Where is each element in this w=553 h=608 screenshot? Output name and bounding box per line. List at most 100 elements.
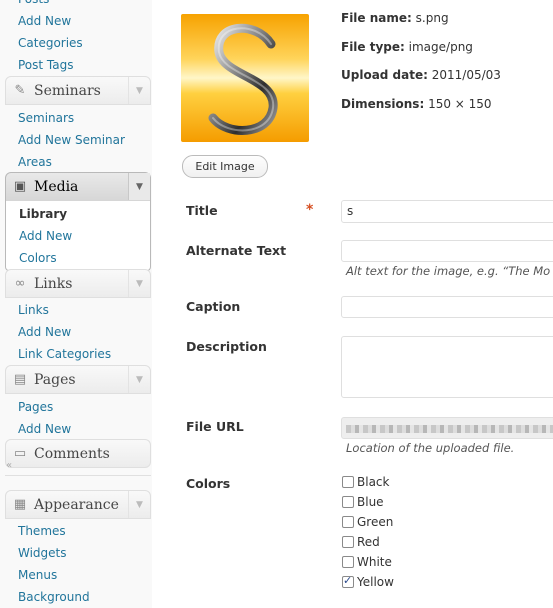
pages-submenu: Pages Add New <box>5 396 151 440</box>
submenu-item-library[interactable]: Library <box>6 203 150 225</box>
title-label: Title <box>186 203 218 218</box>
menu-comments[interactable]: ▭ Comments <box>5 439 151 468</box>
menu-seminars[interactable]: ✎ Seminars ▼ <box>5 76 151 105</box>
comments-menu-group: ▭ Comments <box>5 439 151 468</box>
checkbox-yellow[interactable] <box>342 574 354 588</box>
file-url-label: File URL <box>186 419 244 434</box>
link-icon: ∞ <box>14 276 26 291</box>
submenu-item-post-tags[interactable]: Post Tags <box>5 54 151 76</box>
pushpin-icon: ✎ <box>14 83 26 98</box>
comments-icon: ▭ <box>13 446 27 461</box>
dimensions-label: Dimensions: <box>341 97 425 111</box>
submenu-item-links[interactable]: Links <box>5 299 151 321</box>
submenu-item-colors[interactable]: Colors <box>6 247 150 269</box>
chevron-down-icon[interactable]: ▼ <box>128 173 150 200</box>
dimensions-row: Dimensions: 150 × 150 <box>341 97 492 111</box>
menu-separator <box>5 475 151 476</box>
menu-pages-label: Pages <box>34 372 76 388</box>
menu-pages[interactable]: ▤ Pages ▼ <box>5 365 151 394</box>
upload-date-value: 2011/05/03 <box>431 68 501 82</box>
checkbox-green[interactable] <box>342 516 354 528</box>
links-submenu: Links Add New Link Categories <box>5 299 151 365</box>
submenu-item-seminars[interactable]: Seminars <box>5 107 151 129</box>
color-name-white: White <box>357 555 392 569</box>
submenu-item-add-new-post[interactable]: Add New <box>5 10 151 32</box>
submenu-item-areas[interactable]: Areas <box>5 151 151 173</box>
color-checkbox-red[interactable]: Red <box>342 535 380 549</box>
color-name-red: Red <box>357 535 380 549</box>
submenu-item-menus[interactable]: Menus <box>5 564 151 586</box>
edit-image-button[interactable]: Edit Image <box>182 155 268 178</box>
submenu-item-background[interactable]: Background <box>5 586 151 608</box>
submenu-item-add-new-link[interactable]: Add New <box>5 321 151 343</box>
menu-links-label: Links <box>34 276 73 292</box>
file-url-input[interactable] <box>341 417 553 439</box>
caption-label: Caption <box>186 299 241 314</box>
alternate-text-help: Alt text for the image, e.g. “The Mo <box>346 264 551 278</box>
submenu-item-pages[interactable]: Pages <box>5 396 151 418</box>
dimensions-value: 150 × 150 <box>428 97 492 111</box>
upload-date-label: Upload date: <box>341 68 428 82</box>
color-checkbox-blue[interactable]: Blue <box>342 495 384 509</box>
color-checkbox-white[interactable]: White <box>342 555 392 569</box>
file-name-label: File name: <box>341 11 412 25</box>
file-type-row: File type: image/png <box>341 40 473 54</box>
submenu-item-link-categories[interactable]: Link Categories <box>5 343 151 365</box>
media-submenu-panel: Library Add New Colors <box>5 201 151 271</box>
seminars-menu-group: ✎ Seminars ▼ Seminars Add New Seminar Ar… <box>5 76 151 173</box>
checkbox-red[interactable] <box>342 536 354 548</box>
submenu-item-widgets[interactable]: Widgets <box>5 542 151 564</box>
menu-appearance-label: Appearance <box>34 497 119 513</box>
pages-icon: ▤ <box>13 372 27 387</box>
appearance-menu-group: ▦ Appearance ▼ Themes Widgets Menus Back… <box>5 490 151 608</box>
checkbox-black[interactable] <box>342 476 354 488</box>
title-input[interactable]: s <box>341 200 553 223</box>
chevron-down-icon[interactable]: ▼ <box>128 366 150 393</box>
description-textarea[interactable] <box>341 336 553 398</box>
alternate-text-input[interactable] <box>341 240 553 262</box>
menu-media-label: Media <box>34 179 79 195</box>
media-icon: ▣ <box>13 179 27 194</box>
colors-label: Colors <box>186 476 231 491</box>
submenu-item-add-new-page[interactable]: Add New <box>5 418 151 440</box>
appearance-icon: ▦ <box>13 497 27 512</box>
file-type-value: image/png <box>408 40 473 54</box>
color-name-black: Black <box>357 475 390 489</box>
checkbox-blue[interactable] <box>342 496 354 508</box>
submenu-item-add-new-seminar[interactable]: Add New Seminar <box>5 129 151 151</box>
chevron-down-icon[interactable]: ▼ <box>128 77 150 104</box>
required-marker: * <box>306 202 314 218</box>
menu-appearance[interactable]: ▦ Appearance ▼ <box>5 490 151 519</box>
upload-date-row: Upload date: 2011/05/03 <box>341 68 501 82</box>
menu-media[interactable]: ▣ Media ▼ <box>5 172 151 201</box>
caption-input[interactable] <box>341 296 553 318</box>
file-name-row: File name: s.png <box>341 11 449 25</box>
color-checkbox-yellow[interactable]: Yellow <box>342 574 394 589</box>
chevron-down-icon[interactable]: ▼ <box>128 270 150 297</box>
file-type-label: File type: <box>341 40 405 54</box>
submenu-item-add-new-media[interactable]: Add New <box>6 225 150 247</box>
collapse-menu-icon[interactable]: « <box>6 460 12 471</box>
menu-links[interactable]: ∞ Links ▼ <box>5 269 151 298</box>
submenu-item-themes[interactable]: Themes <box>5 520 151 542</box>
submenu-item-posts[interactable]: Posts <box>5 0 151 10</box>
color-checkbox-green[interactable]: Green <box>342 515 393 529</box>
color-name-green: Green <box>357 515 394 529</box>
checkbox-white[interactable] <box>342 556 354 568</box>
menu-seminars-label: Seminars <box>34 83 101 99</box>
appearance-submenu: Themes Widgets Menus Background <box>5 520 151 608</box>
description-label: Description <box>186 339 267 354</box>
file-url-help: Location of the uploaded file. <box>346 441 515 455</box>
pages-menu-group: ▤ Pages ▼ Pages Add New <box>5 365 151 440</box>
alternate-text-label: Alternate Text <box>186 243 287 258</box>
links-menu-group: ∞ Links ▼ Links Add New Link Categories <box>5 269 151 365</box>
color-name-yellow: Yellow <box>357 575 394 589</box>
media-menu-group: ▣ Media ▼ Library Add New Colors <box>5 172 151 271</box>
file-name-value: s.png <box>415 11 449 25</box>
media-thumbnail <box>181 14 309 142</box>
posts-menu-group: Posts Add New Categories Post Tags <box>5 0 151 76</box>
chevron-down-icon[interactable]: ▼ <box>128 491 150 518</box>
submenu-item-categories[interactable]: Categories <box>5 32 151 54</box>
posts-submenu: Posts Add New Categories Post Tags <box>5 0 151 76</box>
color-checkbox-black[interactable]: Black <box>342 475 389 489</box>
